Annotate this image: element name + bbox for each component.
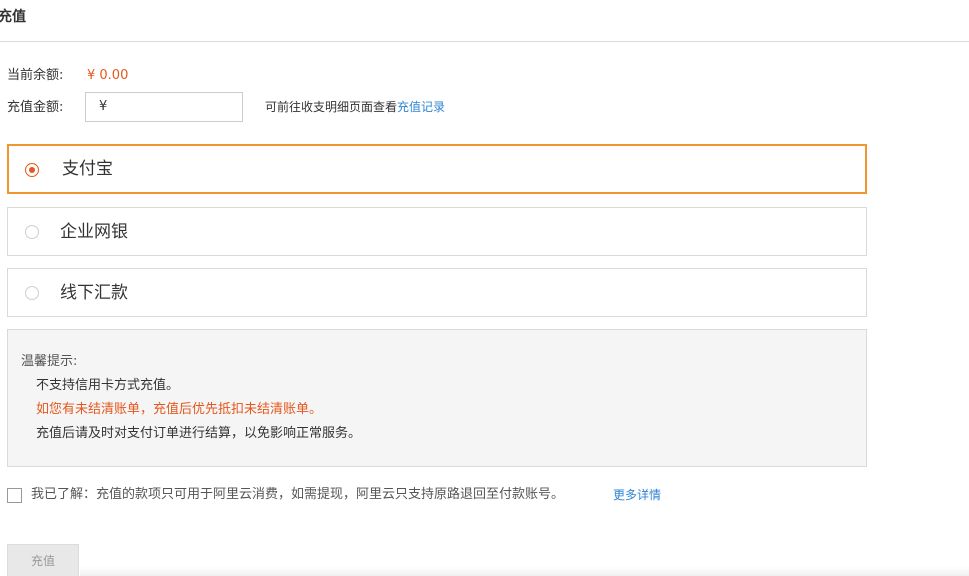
recharge-record-link[interactable]: 充值记录 [397, 100, 445, 114]
radio-checked-icon[interactable] [25, 163, 39, 177]
payment-option-label: 企业网银 [60, 222, 128, 242]
payment-option-offline-transfer[interactable]: 线下汇款 [7, 268, 867, 317]
recharge-submit-button[interactable]: 充值 [7, 544, 79, 576]
recharge-page: 充值 当前余额: ¥ 0.00 充值金额: ¥ 可前往收支明细页面查看充值记录 … [0, 0, 969, 576]
tip-line: 不支持信用卡方式充值。 [36, 378, 180, 393]
tips-box: 温馨提示: 不支持信用卡方式充值。 如您有未结清账单，充值后优先抵扣未结清账单。… [7, 329, 867, 467]
agreement-checkbox[interactable] [7, 488, 22, 503]
page-header: 充值 [0, 0, 969, 42]
more-details-link[interactable]: 更多详情 [613, 487, 661, 503]
tip-line: 充值后请及时对支付订单进行结算，以免影响正常服务。 [36, 426, 362, 441]
agreement-text: 我已了解：充值的款项只可用于阿里云消费，如需提现，阿里云只支持原路退回至付款账号… [31, 487, 565, 502]
tips-title: 温馨提示: [21, 354, 78, 369]
radio-unchecked-icon[interactable] [25, 286, 39, 300]
tip-line-warning: 如您有未结清账单，充值后优先抵扣未结清账单。 [36, 402, 323, 417]
record-hint: 可前往收支明细页面查看充值记录 [265, 99, 445, 115]
balance-value: ¥ 0.00 [87, 68, 129, 83]
balance-label: 当前余额: [7, 68, 64, 83]
payment-option-label: 支付宝 [62, 159, 113, 179]
bottom-shadow [80, 566, 969, 576]
page-title: 充值 [0, 9, 26, 25]
payment-option-enterprise-bank[interactable]: 企业网银 [7, 207, 867, 256]
amount-input[interactable] [112, 96, 238, 118]
payment-option-alipay[interactable]: 支付宝 [7, 144, 867, 194]
record-hint-text: 可前往收支明细页面查看 [265, 100, 398, 114]
radio-unchecked-icon[interactable] [25, 225, 39, 239]
payment-option-label: 线下汇款 [60, 283, 128, 303]
amount-field[interactable]: ¥ [85, 92, 243, 122]
currency-prefix: ¥ [99, 99, 108, 114]
amount-label: 充值金额: [7, 100, 64, 115]
